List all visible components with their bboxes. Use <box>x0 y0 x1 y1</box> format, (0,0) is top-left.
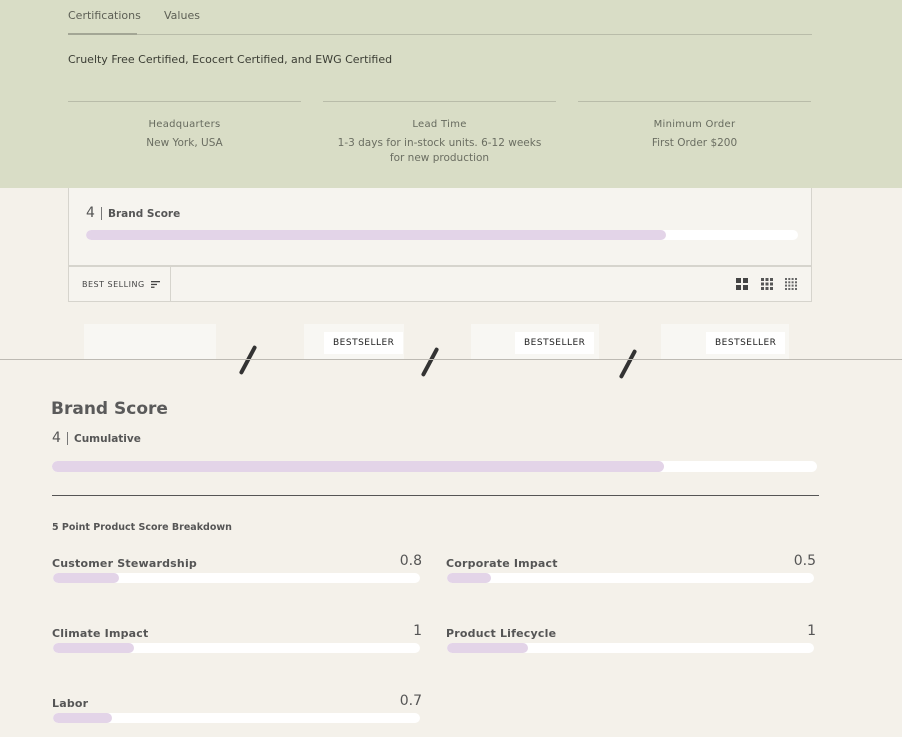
info-label: Headquarters <box>148 119 221 130</box>
metric-bar <box>447 643 814 653</box>
cumulative-score-bar-fill <box>52 461 664 472</box>
product-strip: BESTSELLER BESTSELLER BESTSELLER <box>0 302 902 380</box>
cumulative-score-bar <box>52 461 817 472</box>
tab-values[interactable]: Values <box>164 9 200 22</box>
metric-customer-stewardship: Customer Stewardship 0.8 <box>52 553 422 593</box>
metric-bar-fill <box>53 573 120 583</box>
slash-mark <box>618 348 638 380</box>
metric-bar <box>447 573 814 583</box>
bestseller-badge: BESTSELLER <box>515 332 595 354</box>
slash-mark <box>420 346 440 378</box>
product-image[interactable] <box>84 324 216 360</box>
section-divider <box>0 359 902 360</box>
metric-value: 0.5 <box>793 553 816 569</box>
sort-dropdown[interactable]: BEST SELLING <box>69 267 171 301</box>
grid-medium-icon[interactable] <box>761 278 773 290</box>
metric-label: Customer Stewardship <box>52 557 197 570</box>
details-tabs: Certifications Values <box>68 0 812 35</box>
info-lead-time: Lead Time 1-3 days for in-stock units. 6… <box>323 101 556 166</box>
info-minimum-order: Minimum Order First Order $200 <box>578 101 811 151</box>
active-tab-indicator <box>68 33 137 35</box>
info-label: Lead Time <box>412 119 467 130</box>
score-divider <box>52 495 819 496</box>
bestseller-badge: BESTSELLER <box>324 332 404 354</box>
metric-value: 1 <box>413 623 422 639</box>
breakdown-heading: 5 Point Product Score Breakdown <box>52 522 232 533</box>
info-label: Minimum Order <box>653 119 736 130</box>
metric-label: Corporate Impact <box>446 557 558 570</box>
metric-bar-fill <box>53 643 134 653</box>
metric-label: Climate Impact <box>52 627 149 640</box>
metric-value: 1 <box>807 623 816 639</box>
metric-bar-fill <box>53 713 112 723</box>
cumulative-label: Cumulative <box>74 433 141 445</box>
metric-bar <box>53 713 420 723</box>
brand-score-label: Brand Score <box>108 208 181 220</box>
metric-corporate-impact: Corporate Impact 0.5 <box>446 553 816 593</box>
metric-label: Product Lifecycle <box>446 627 557 640</box>
metric-bar <box>53 573 420 583</box>
metric-value: 0.8 <box>399 553 422 569</box>
grid-small-icon[interactable] <box>785 278 797 290</box>
metric-product-lifecycle: Product Lifecycle 1 <box>446 623 816 663</box>
sort-lines-icon <box>150 280 160 288</box>
brand-details-panel: Certifications Values Cruelty Free Certi… <box>0 0 902 188</box>
info-headquarters: Headquarters New York, USA <box>68 101 301 151</box>
score-separator <box>67 432 68 445</box>
brand-score-value: 4 <box>86 205 95 221</box>
brand-score-heading: Brand Score <box>51 399 168 419</box>
cumulative-score-value: 4 <box>52 430 61 446</box>
tab-certifications[interactable]: Certifications <box>68 9 141 22</box>
bestseller-badge: BESTSELLER <box>706 332 786 354</box>
slash-mark <box>238 344 258 376</box>
metric-value: 0.7 <box>399 693 422 709</box>
metric-labor: Labor 0.7 <box>52 693 422 733</box>
metric-bar-fill <box>447 573 492 583</box>
product-toolbar: BEST SELLING <box>68 266 812 302</box>
metric-label: Labor <box>52 697 89 710</box>
sort-label: BEST SELLING <box>82 279 145 289</box>
info-value: 1-3 days for in-stock units. 6-12 weeks … <box>337 137 542 164</box>
metric-climate-impact: Climate Impact 1 <box>52 623 422 663</box>
info-value: First Order $200 <box>651 137 738 149</box>
certifications-text: Cruelty Free Certified, Ecocert Certifie… <box>68 53 393 66</box>
brand-score-card: 4 Brand Score <box>68 188 812 266</box>
brand-score-bar <box>86 230 798 240</box>
metric-bar-fill <box>447 643 528 653</box>
grid-large-icon[interactable] <box>736 278 748 290</box>
score-separator <box>101 207 102 220</box>
info-value: New York, USA <box>146 137 223 149</box>
metric-bar <box>53 643 420 653</box>
brand-score-bar-fill <box>86 230 667 240</box>
